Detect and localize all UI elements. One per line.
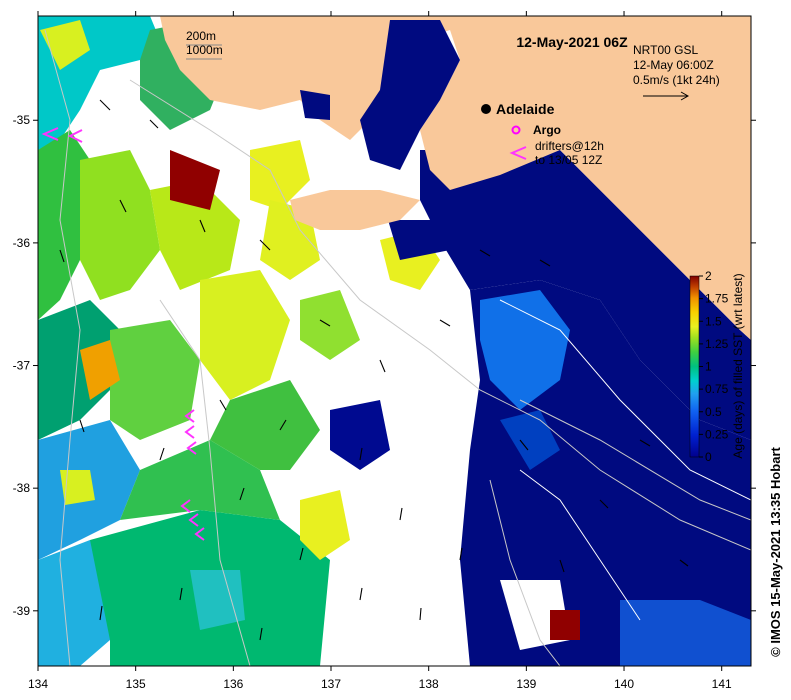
colorbar-tick-label: 0.5 [705, 405, 722, 419]
drifter-label-1: drifters@12h [535, 139, 604, 153]
lat-tick-label: -36 [13, 236, 31, 250]
credit-text: © IMOS 15-May-2021 13:35 Hobart [768, 446, 783, 656]
argo-label: Argo [533, 123, 561, 137]
map-title: 12-May-2021 06Z [516, 34, 628, 50]
lon-tick-label: 135 [126, 677, 146, 691]
city-dot-icon [481, 104, 491, 114]
colorbar-tick-label: 0.25 [705, 427, 729, 441]
colorbar-label: Age (days) of filled SST (wrt latest) [731, 273, 745, 458]
lon-tick-label: 138 [419, 677, 439, 691]
lon-tick-label: 134 [28, 677, 48, 691]
sst-age-map: 134 135 136 137 138 139 140 141 -35 -36 -37 -38 -39… [13, 11, 783, 691]
lat-tick-label: -39 [13, 604, 31, 618]
lat-tick-label: -38 [13, 481, 31, 495]
lon-tick-label: 140 [614, 677, 634, 691]
lon-tick-label: 141 [712, 677, 732, 691]
colorbar-tick-label: 2 [705, 269, 712, 283]
contour-label-1000m: 1000m [186, 43, 223, 57]
colorbar-tick-label: 1.5 [705, 314, 722, 328]
colorbar-scale [689, 275, 700, 458]
lat-tick-label: -37 [13, 359, 31, 373]
colorbar-tick-label: 1 [705, 360, 712, 374]
colorbar-tick-label: 0.75 [705, 382, 729, 396]
plot-area [38, 16, 751, 666]
city-label: Adelaide [496, 101, 555, 117]
lon-tick-label: 139 [516, 677, 536, 691]
velocity-scale: 0.5m/s (1kt 24h) [633, 73, 720, 87]
lon-tick-label: 137 [321, 677, 341, 691]
lat-tick-label: -35 [13, 113, 31, 127]
colorbar-tick-label: 1.75 [705, 292, 729, 306]
velocity-time: 12-May 06:00Z [633, 58, 714, 72]
drifter-label-2: to 13/05 12Z [535, 153, 602, 167]
velocity-source: NRT00 GSL [633, 43, 698, 57]
colorbar-tick-label: 1.25 [705, 337, 729, 351]
lon-tick-label: 136 [223, 677, 243, 691]
contour-label-200m: 200m [186, 29, 216, 43]
colorbar-tick-label: 0 [705, 450, 712, 464]
